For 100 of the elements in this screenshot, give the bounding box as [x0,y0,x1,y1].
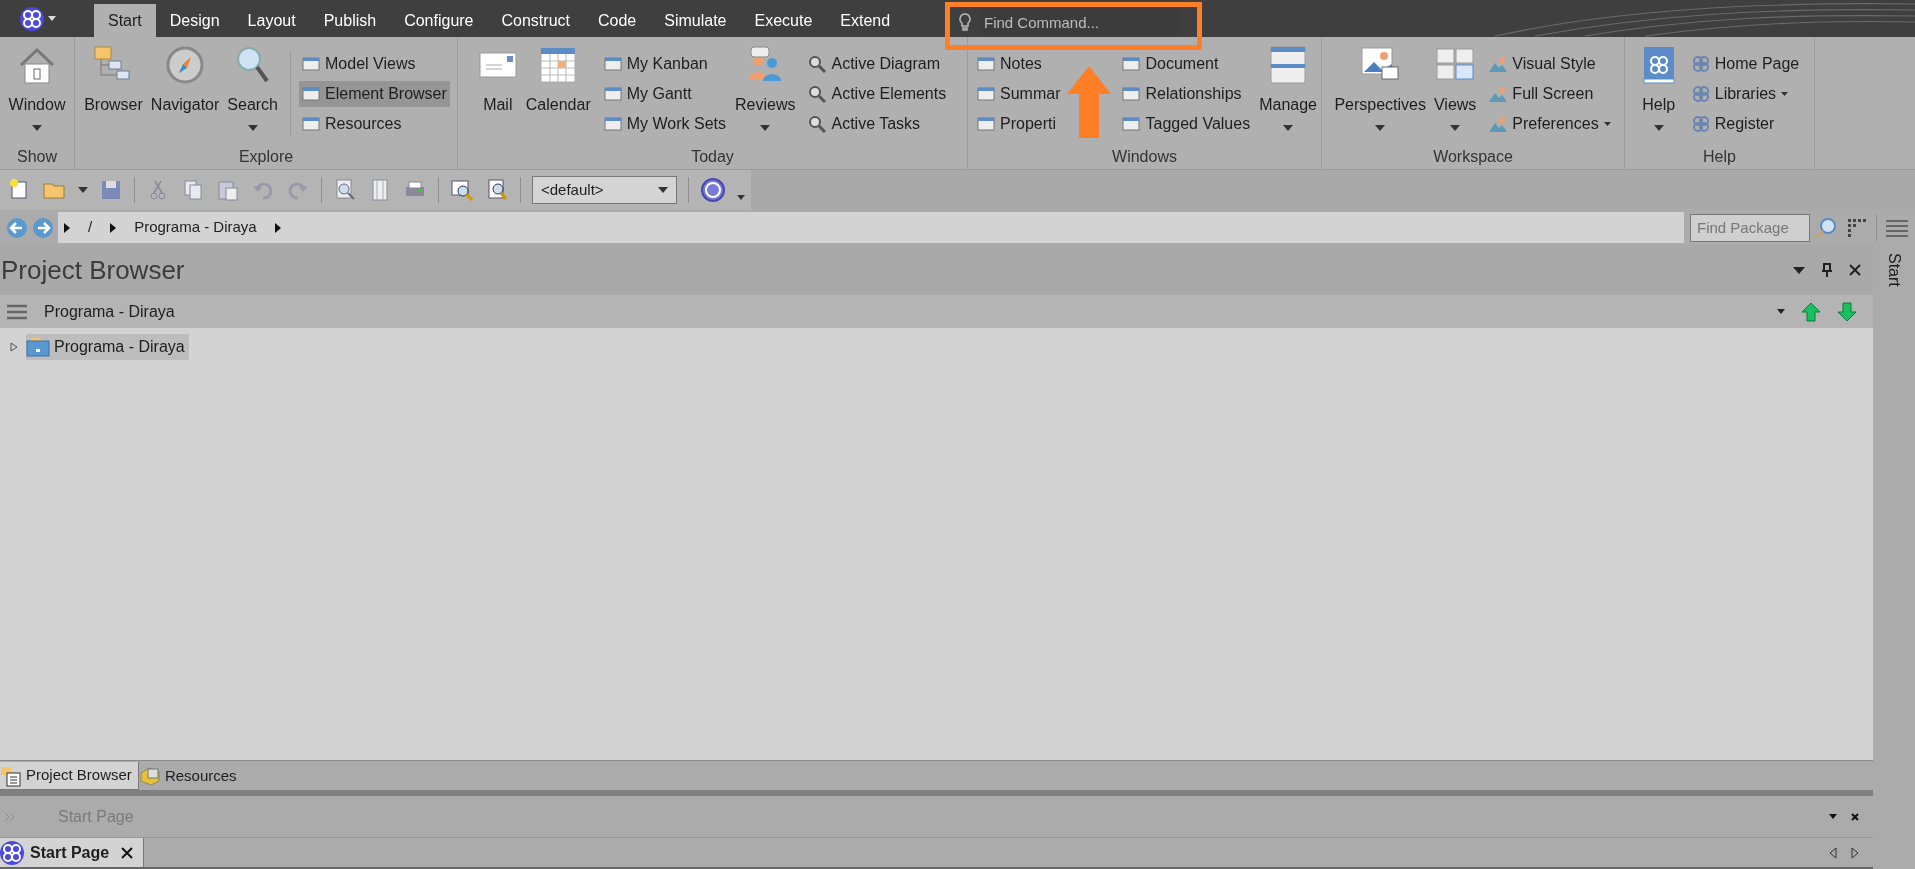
group-label: Help [1702,147,1737,167]
ribbon-list-item[interactable]: Active Elements [805,81,950,107]
ribbon-list-item[interactable]: Model Views [299,51,450,77]
menu-tab[interactable]: Configure [390,4,488,37]
tree-item[interactable]: Programa - Diraya [26,334,189,360]
perspective-combo[interactable]: <default> [532,176,677,204]
paste-icon[interactable] [216,178,240,202]
ribbon-list-item[interactable]: Full Screen [1486,81,1614,107]
menu-tab[interactable]: Start [94,4,156,37]
window-icon [977,56,996,72]
ribbon-button[interactable]: Navigator [148,43,222,117]
window-icon [1122,56,1141,72]
caret-icon [78,187,88,193]
app-logo-icon [0,840,24,865]
ribbon-list-item[interactable]: My Gantt [600,81,729,107]
window-icon [603,86,622,102]
menu-tab[interactable]: Extend [826,4,905,37]
ribbon-list-item[interactable]: Notes [974,51,1064,77]
window-icon [1122,86,1141,102]
window-icon [1122,116,1141,132]
menu-icon[interactable] [1885,218,1909,237]
ribbon-list-item[interactable]: My Work Sets [600,111,729,137]
panel-icon [1268,45,1309,85]
menu-tab[interactable]: Publish [309,4,391,37]
menu-tab[interactable]: Code [584,4,651,37]
collapsed-triangle-icon[interactable] [10,342,18,352]
save-icon[interactable] [99,178,123,202]
caret-icon[interactable] [1793,266,1805,274]
ribbon-list-item[interactable]: Document [1119,51,1254,77]
ribbon-button[interactable]: Calendar [523,43,593,117]
group-label: Windows [1111,147,1178,167]
ribbon-list-item[interactable]: Register [1688,111,1803,137]
ribbon-list-item[interactable]: Active Diagram [805,51,950,77]
menu-tab[interactable]: Layout [233,4,310,37]
help-icon[interactable] [700,177,726,203]
close-icon[interactable] [1851,812,1859,821]
ribbon-list-item[interactable]: Libraries [1688,81,1803,107]
search-icon[interactable] [1814,215,1838,240]
ribbon-button[interactable]: Browser [82,43,145,117]
breadcrumb-item[interactable]: Programa - Diraya [130,216,261,239]
copy-icon[interactable] [181,178,205,202]
ribbon-list-item[interactable]: Properti [974,111,1064,137]
ribbon-button[interactable]: Search [225,43,280,131]
menu-tab[interactable]: Simulate [650,4,741,37]
ribbon-list-item[interactable]: Resources [299,111,450,137]
ribbon-list-item[interactable]: Preferences [1486,111,1614,137]
triangle-right-icon [64,222,70,233]
ribbon-button[interactable]: Help [1636,43,1681,131]
house-icon [17,45,57,85]
ribbon-button[interactable]: Window [6,43,68,131]
triangle-right-icon [274,222,281,233]
ribbon-list-item[interactable]: My Kanban [600,51,729,77]
scroll-left-icon[interactable] [1829,846,1837,859]
menu-tab[interactable]: Construct [487,4,584,37]
pin-icon[interactable] [1821,263,1833,277]
tree-window-icon [0,764,22,787]
ribbon-button[interactable]: Mail [475,43,520,117]
package-name: Programa - Diraya [44,301,176,322]
ribbon-list-item[interactable]: Summar [974,81,1064,107]
caret-icon[interactable] [1829,814,1837,819]
breadcrumb-item[interactable]: / [84,216,97,239]
ribbon-button[interactable]: Manage [1257,43,1319,131]
triangle-right-icon [110,222,117,233]
down-arrow-icon[interactable] [1837,301,1857,322]
ribbon-list-item[interactable]: Element Browser [299,81,450,107]
search-icon [808,85,827,103]
panel-tab[interactable]: Resources [138,762,243,790]
double-chevron-icon [4,811,16,822]
window-icon [603,116,622,132]
close-icon[interactable] [1849,264,1861,276]
close-icon [121,846,134,859]
up-arrow-icon[interactable] [1801,301,1821,322]
ribbon-list-item[interactable]: Tagged Values [1119,111,1254,137]
knot-icon [1691,85,1710,103]
zoom-page-icon[interactable] [333,178,357,202]
ribbon-list-item[interactable]: Relationships [1119,81,1254,107]
ribbon-list-item[interactable]: Active Tasks [805,111,950,137]
group-label: Explore [237,147,295,167]
ribbon-list-item[interactable]: Visual Style [1486,51,1614,77]
menu-icon[interactable] [6,303,28,320]
inspect-icon[interactable] [485,178,509,202]
find-window-icon[interactable] [450,178,474,202]
caret-icon [737,194,745,200]
find-package-field[interactable]: Find Package [1690,213,1810,242]
document-tab[interactable]: Start Page [0,838,145,867]
dots-corner-icon[interactable] [1846,216,1868,239]
app-logo-icon [20,6,44,31]
landscape-icon [1489,86,1508,102]
scroll-right-icon[interactable] [1851,846,1859,859]
ribbon-button[interactable]: Views [1431,43,1479,131]
package-folder-icon [26,336,50,358]
ribbon-button[interactable]: Reviews [733,43,798,131]
ribbon-list-item[interactable]: Home Page [1688,51,1803,77]
menu-tab[interactable]: Execute [740,4,827,37]
ribbon-button[interactable]: Perspectives [1332,43,1428,131]
caret-icon[interactable] [1777,309,1785,314]
panel-title: Project Browser [0,253,185,287]
side-tab[interactable]: Start [1882,253,1906,287]
menu-tab[interactable]: Design [155,4,234,37]
panel-tab[interactable]: Project Browser [0,762,139,790]
